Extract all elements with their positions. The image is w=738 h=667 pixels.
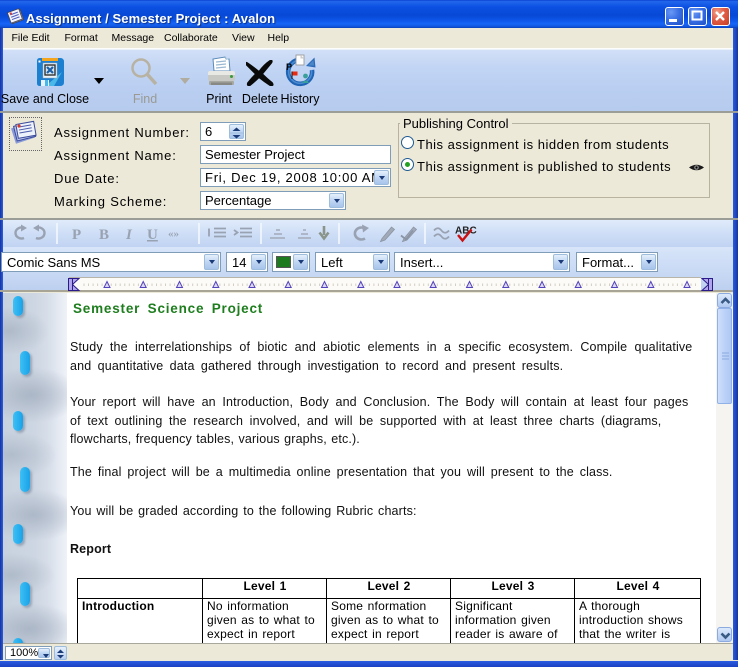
svg-text:U: U	[147, 227, 158, 243]
svg-text:P: P	[286, 62, 292, 72]
svg-text:I: I	[125, 227, 133, 243]
svg-text:B: B	[99, 227, 109, 243]
svg-text:P: P	[72, 227, 81, 243]
svg-text:«»: «»	[168, 228, 179, 240]
